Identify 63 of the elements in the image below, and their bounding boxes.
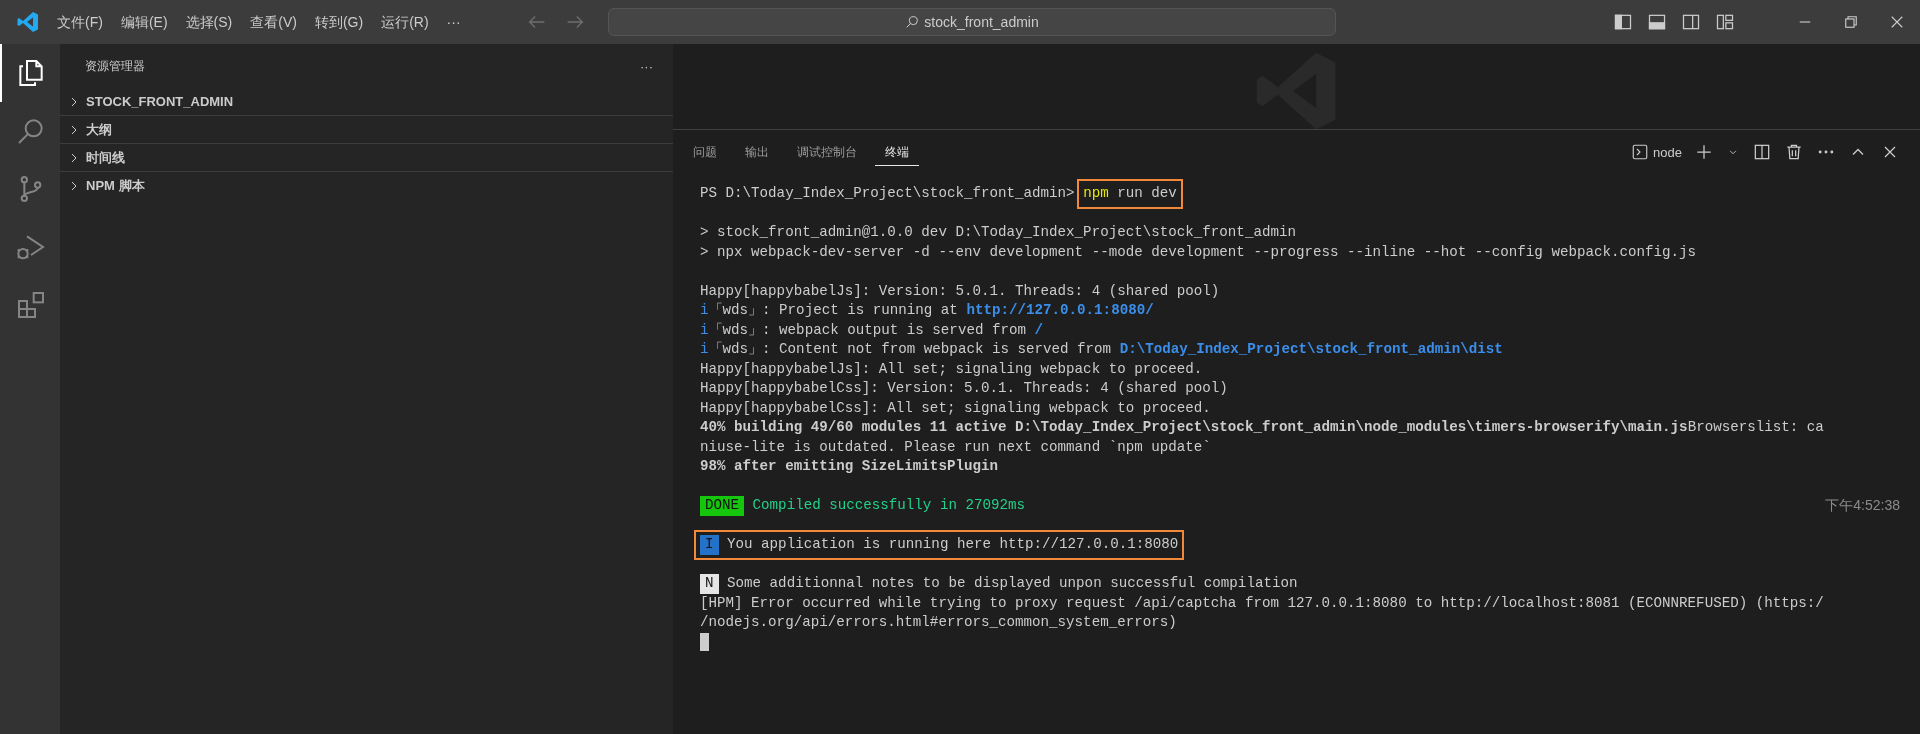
extensions-icon[interactable]	[15, 289, 47, 321]
terminal-text: Browserslist: ca	[1687, 418, 1824, 437]
terminal-text: i	[700, 301, 709, 320]
menu-item[interactable]: 编辑(E)	[111, 7, 177, 37]
terminal-text: Happy[happybabelCss]: All set; signaling webpack to proceed.	[700, 398, 1211, 418]
terminal-selector[interactable]: node	[1631, 143, 1682, 161]
more-menu-button[interactable]: ···	[437, 7, 470, 37]
sidebar-section-header[interactable]: 时间线	[60, 144, 673, 172]
terminal-text: i	[700, 340, 709, 359]
grid-layout-icon[interactable]	[1715, 12, 1735, 32]
split-icon[interactable]	[1752, 142, 1772, 162]
terminal-text: [HPM] Error occurred while trying to proxy request /api/captcha from 127.0.0.1:8080 to http://localhost:8081 (ECONNREFUSED) (https:/	[700, 593, 1824, 613]
terminal-text: /nodejs.org/api/errors.html#errors_common_system_errors)	[700, 613, 1177, 632]
terminal-text: Happy[happybabelJs]: Version: 5.0.1. Threads: 4 (shared pool)	[700, 281, 1220, 301]
search-icon	[904, 14, 921, 30]
terminal-text: i	[700, 320, 709, 340]
terminal-text: 98% after emitting SizeLimitsPlugin	[700, 457, 998, 476]
terminal-text: 40% building 49/60 modules 11 active D:\Today_Index_Project\stock_front_admin\node_modules\timers-browserify\main.js	[700, 418, 1688, 437]
panel-tab[interactable]: 调试控制台	[787, 138, 867, 166]
menu-item[interactable]: 查看(V)	[241, 7, 306, 37]
terminal-text: Happy[happybabelCss]: Version: 5.0.1. Threads: 4 (shared pool)	[700, 379, 1228, 398]
sidebar-section-header[interactable]: NPM 脚本	[60, 172, 673, 199]
sidebar-section-header[interactable]: 大纲	[60, 116, 673, 144]
status-badge: DONE	[700, 496, 745, 516]
terminal-link[interactable]: /	[1034, 320, 1044, 340]
panel-tab[interactable]: 问题	[683, 138, 727, 166]
terminal-text: > stock_front_admin@1.0.0 dev D:\Today_Index_Project\stock_front_admin	[700, 223, 1296, 242]
menu-item[interactable]: 选择(S)	[176, 7, 242, 37]
timestamp: 下午4:52:38	[1825, 496, 1900, 515]
terminal-text: 「wds」: Project is running at	[708, 301, 959, 320]
menu-item[interactable]: 文件(F)	[48, 7, 112, 37]
terminal-text: Happy[happybabelJs]: All set; signaling webpack to proceed.	[700, 359, 1203, 379]
status-badge: I	[700, 535, 719, 555]
status-badge: N	[700, 574, 719, 594]
terminal-cursor	[700, 633, 709, 652]
terminal-text: npm	[1083, 184, 1109, 203]
sidebar-layout-icon[interactable]	[1613, 12, 1633, 32]
plus-icon[interactable]	[1694, 142, 1714, 162]
terminal-text: run dev	[1116, 184, 1177, 203]
panel-tab[interactable]: 输出	[735, 138, 779, 166]
menu-item[interactable]: 运行(R)	[372, 7, 438, 37]
terminal-text: niuse-lite is outdated. Please run next command `npm update`	[700, 437, 1211, 457]
sidebar-title: 资源管理器	[85, 57, 146, 75]
panel-tab[interactable]: 终端	[875, 138, 919, 166]
more-actions-button[interactable]: ···	[640, 58, 653, 74]
terminal-text: 「wds」: Content not from webpack is served from	[708, 340, 1113, 359]
terminal-text: PS D:\Today_Index_Project\stock_front_admin>	[700, 184, 1076, 203]
menu-item[interactable]: 转到(G)	[305, 7, 373, 37]
terminal-text: You application is running here http://127.0.0.1:8080	[726, 535, 1179, 554]
terminal-link[interactable]: http://127.0.0.1:8080/	[966, 301, 1154, 321]
restore-icon[interactable]	[1842, 13, 1860, 31]
search-field[interactable]: stock_front_admin	[607, 8, 1336, 36]
split-layout-icon[interactable]	[1681, 12, 1701, 32]
terminal-text: Some additionnal notes to be displayed unpon successful compilation	[726, 574, 1298, 593]
terminal-text: > npx webpack-dev-server -d --env development --mode development --progress --inline --hot --config webpack.config.js	[700, 242, 1697, 262]
terminal-text: 「wds」: webpack output is served from	[708, 320, 1027, 340]
sidebar-section-header[interactable]: STOCK_FRONT_ADMIN	[60, 88, 673, 116]
trash-icon[interactable]	[1784, 142, 1804, 162]
terminal-link[interactable]: D:\Today_Index_Project\stock_front_admin\dist	[1119, 340, 1503, 360]
terminal-icon	[1631, 143, 1650, 161]
app-logo-icon[interactable]	[16, 10, 40, 34]
terminal-text: Compiled successfully in 27092ms	[751, 496, 1026, 515]
panel-layout-icon[interactable]	[1647, 12, 1667, 32]
